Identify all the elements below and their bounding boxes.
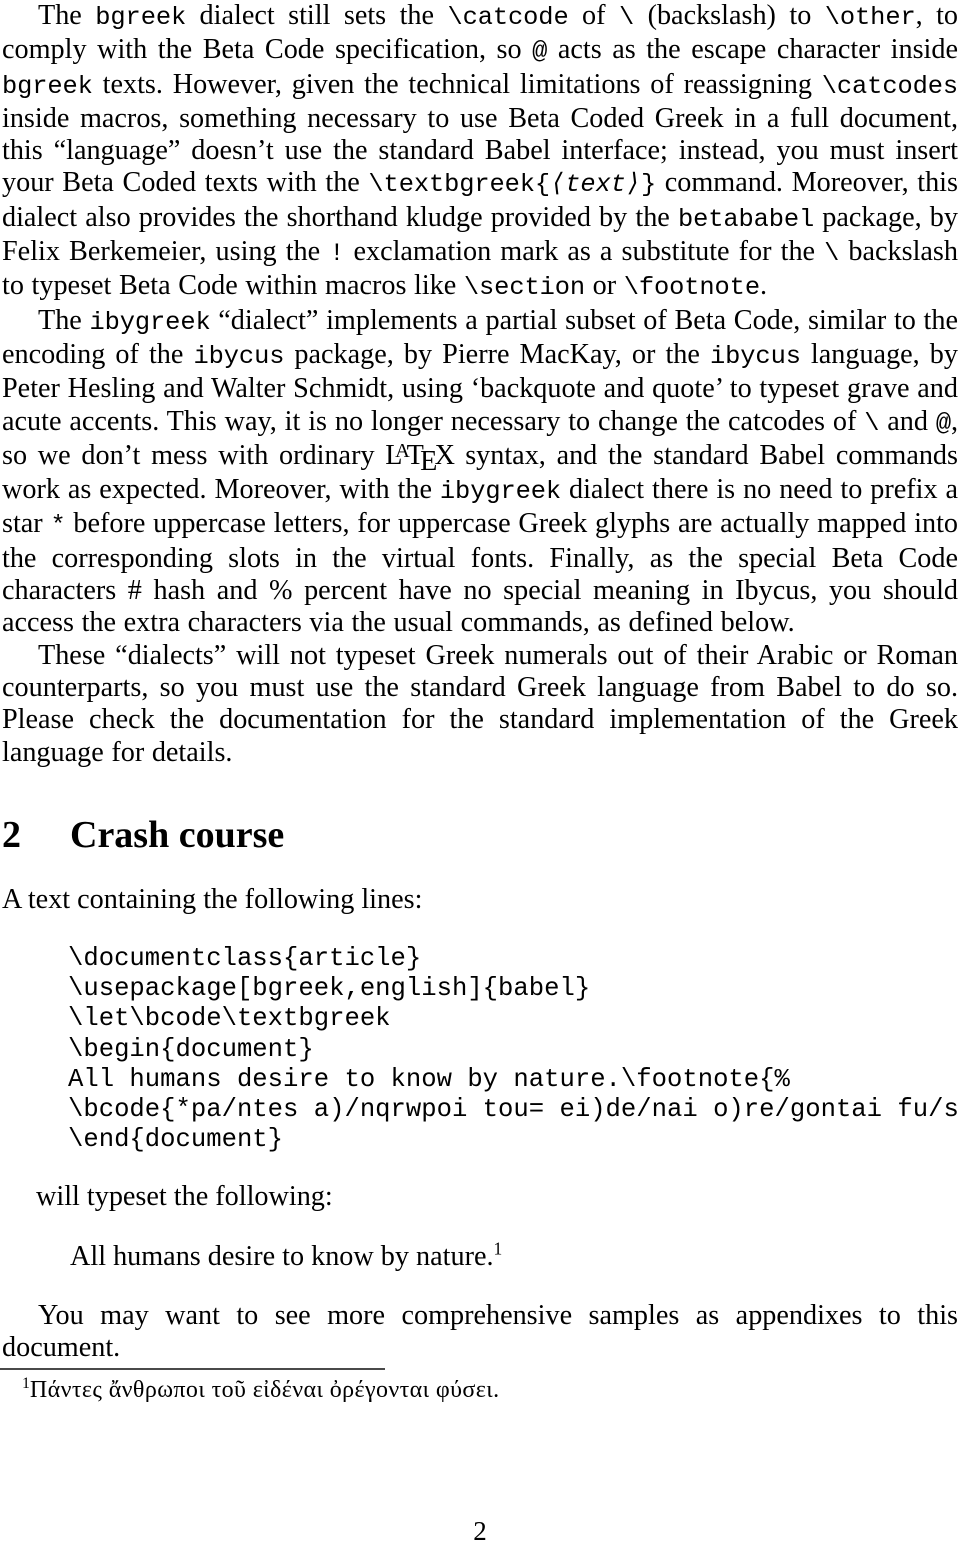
- closing-paragraph: You may want to see more comprehensive s…: [2, 1300, 958, 1364]
- typeset-result-label: will typeset the following:: [36, 1181, 333, 1212]
- paragraph-greek-numerals: These “dialects” will not typeset Greek …: [2, 639, 958, 768]
- inline-code: \footnote: [623, 273, 760, 303]
- body-column: The bgreek dialect still sets the \catco…: [2, 0, 958, 769]
- footnote-marker: 1: [22, 1375, 30, 1392]
- inline-code: \other: [824, 3, 916, 32]
- section-number: 2: [2, 814, 21, 856]
- inline-code: \catcodes: [821, 71, 958, 101]
- section-heading: 2 Crash course: [2, 812, 284, 858]
- typeset-output-quote: All humans desire to know by nature.1: [70, 1238, 503, 1273]
- code-line: \bcode{*pa/ntes a)/nqrwpoi tou= ei)de/na…: [68, 1095, 960, 1125]
- inline-code-placeholder: ⟨text⟩: [550, 170, 641, 200]
- inline-code: bgreek: [95, 3, 187, 32]
- paragraph-bgreek-dialect: The bgreek dialect still sets the \catco…: [2, 0, 959, 303]
- page-number: 2: [473, 1516, 487, 1546]
- footnote-separator-rule: [0, 1368, 385, 1370]
- document-page: The bgreek dialect still sets the \catco…: [0, 0, 960, 1557]
- lead-in-text: A text containing the following lines:: [2, 884, 423, 915]
- code-line: \documentclass{article}: [68, 944, 422, 973]
- inline-code: *: [50, 511, 66, 541]
- inline-code: }: [641, 170, 657, 200]
- inline-code: ibygreek: [89, 307, 211, 337]
- inline-code: \: [864, 408, 880, 438]
- footnote: 1Πάντες ἄνθρωποι τοῦ εἰδέναι ὀρέγονται φ…: [22, 1376, 500, 1404]
- latex-logo: LATEX: [385, 439, 455, 477]
- inline-code: \textbgreek{: [368, 170, 551, 200]
- latex-code-block: \documentclass{article} \usepackage[bgree…: [68, 944, 960, 1155]
- inline-code: @: [532, 37, 548, 67]
- code-line: All humans desire to know by nature.\foo…: [68, 1064, 790, 1094]
- inline-code: bgreek: [2, 71, 93, 101]
- footnote-reference-marker: 1: [493, 1238, 503, 1259]
- section-title: Crash course: [70, 814, 285, 856]
- inline-code: ibycus: [710, 341, 801, 371]
- code-line: \let\bcode\textbgreek: [68, 1004, 391, 1034]
- inline-code: \: [618, 3, 635, 32]
- inline-code: ibygreek: [439, 477, 562, 507]
- code-line: \end{document}: [68, 1125, 284, 1155]
- inline-code: !: [329, 239, 345, 269]
- quote-text: All humans desire to know by nature.: [70, 1241, 494, 1272]
- code-line: \begin{document}: [68, 1034, 314, 1064]
- paragraph-ibygreek-dialect: The ibygreek “dialect” implements a part…: [2, 304, 959, 639]
- footnote-greek-text: Πάντες ἄνθρωποι τοῦ εἰδέναι ὀρέγονται φύ…: [29, 1377, 500, 1403]
- inline-code: betababel: [677, 204, 815, 234]
- inline-code: \catcode: [447, 3, 569, 32]
- inline-code: @: [935, 408, 951, 438]
- inline-code: \: [824, 239, 840, 269]
- inline-code: \section: [463, 273, 586, 303]
- inline-code: ibycus: [193, 341, 285, 371]
- code-line: \usepackage[bgreek,english]{babel}: [68, 974, 591, 1004]
